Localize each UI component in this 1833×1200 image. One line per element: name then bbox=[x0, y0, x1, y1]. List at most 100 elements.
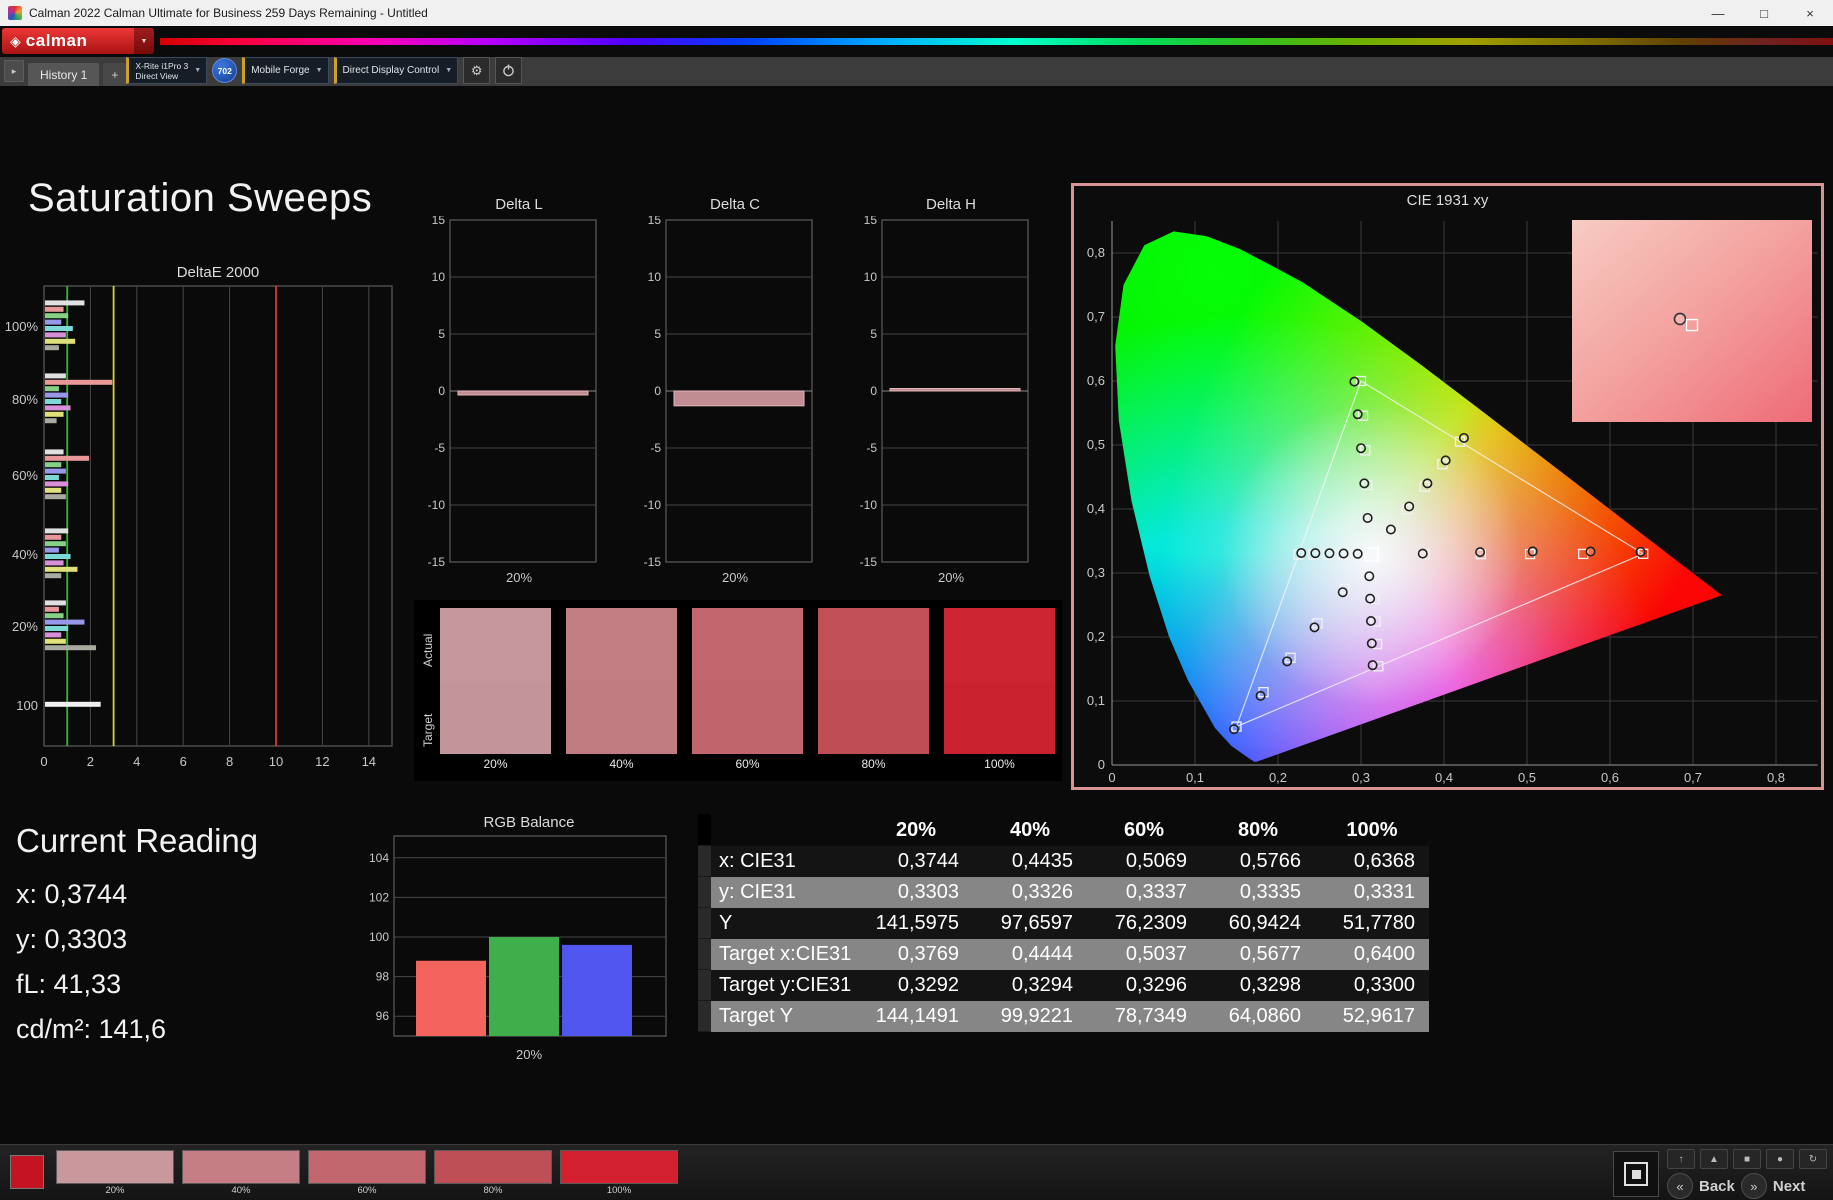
pattern-thumbnail[interactable]: 80% bbox=[434, 1150, 552, 1197]
rgb-chart-title: RGB Balance bbox=[483, 814, 575, 831]
next-label[interactable]: Next bbox=[1773, 1178, 1806, 1195]
target-swatch bbox=[944, 681, 1055, 754]
deltae-bar bbox=[45, 701, 101, 707]
pattern-thumbnail-label: 40% bbox=[231, 1185, 251, 1196]
delta-bar bbox=[889, 388, 1021, 392]
delta-chart-c: Delta C 15 10 5 0 -5 -10 -15 20% bbox=[640, 196, 816, 585]
plot-border bbox=[43, 285, 393, 747]
deltae-chart-canvas: 0 2 4 6 8 10 12 14 100% 80% 60% 40% 20% 100 bbox=[5, 285, 393, 769]
pattern-window-button[interactable] bbox=[1613, 1151, 1659, 1197]
window-title: Calman 2022 Calman Ultimate for Business… bbox=[29, 6, 428, 20]
x-tick-label: 6 bbox=[180, 754, 187, 769]
calman-logo[interactable]: ◈ calman ▼ bbox=[2, 28, 154, 54]
meter-badge[interactable]: 702 bbox=[212, 58, 238, 83]
measured-marker bbox=[1310, 548, 1321, 559]
swatch-label: 20% bbox=[483, 757, 508, 771]
row-label: Target x:CIE31 bbox=[719, 943, 852, 965]
compare-swatch: 80% bbox=[818, 608, 929, 774]
target-swatch bbox=[440, 681, 551, 754]
main-menu-caret-icon[interactable]: ▼ bbox=[134, 28, 154, 54]
deltae-bar bbox=[45, 392, 69, 398]
deltae-bar bbox=[45, 338, 76, 344]
y-tick-label: 0,8 bbox=[1087, 245, 1105, 260]
back-button[interactable]: « bbox=[1667, 1173, 1693, 1199]
compare-swatch: 60% bbox=[692, 608, 803, 774]
table-cell: 0,3300 bbox=[1353, 974, 1415, 996]
table-cell: 99,9221 bbox=[1000, 1005, 1073, 1027]
refresh-button[interactable]: ↻ bbox=[1799, 1149, 1827, 1169]
y-tick-label: 5 bbox=[438, 327, 445, 341]
y-tick-label: 15 bbox=[864, 216, 878, 227]
pattern-thumbnail[interactable]: 100% bbox=[560, 1150, 678, 1197]
meter-selector[interactable]: X-Rite i1Pro 3 Direct View ▼ bbox=[126, 57, 208, 84]
reading-line: cd/m²: 141,6 bbox=[16, 1014, 167, 1044]
maximize-button[interactable]: □ bbox=[1741, 0, 1787, 26]
table-cell: 60,9424 bbox=[1228, 912, 1301, 934]
target-swatch bbox=[818, 681, 929, 754]
pattern-thumbnail[interactable]: 20% bbox=[56, 1150, 174, 1197]
table-cell: 0,5037 bbox=[1125, 943, 1187, 965]
record-button[interactable]: ● bbox=[1766, 1149, 1794, 1169]
table-cell: 0,3292 bbox=[897, 974, 959, 996]
history-panel-toggle[interactable]: ▸ bbox=[4, 60, 24, 82]
power-icon bbox=[503, 64, 514, 77]
table-row: y: CIE31 0,3303 0,3326 0,3337 0,3335 0,3331 bbox=[698, 877, 1429, 908]
row-label: Target Y bbox=[719, 1005, 794, 1027]
table-cell: 0,3326 bbox=[1011, 881, 1073, 903]
y-tick-label: -10 bbox=[428, 498, 446, 512]
pattern-thumbnail-swatch bbox=[308, 1150, 426, 1184]
table-row: Target Y 144,1491 99,9221 78,7349 64,0860 52,… bbox=[698, 1001, 1429, 1032]
source-selector[interactable]: Mobile Forge ▼ bbox=[242, 57, 329, 84]
row-gutter bbox=[698, 846, 711, 877]
tab-history-1[interactable]: History 1 bbox=[28, 63, 100, 86]
row-label: y: CIE31 bbox=[719, 881, 796, 903]
delta-bar bbox=[457, 390, 589, 396]
display-control-selector[interactable]: Direct Display Control ▼ bbox=[333, 57, 459, 84]
deltae-bar bbox=[45, 405, 71, 411]
x-tick-label: 12 bbox=[315, 754, 329, 769]
pattern-thumbnail[interactable]: 40% bbox=[182, 1150, 300, 1197]
measured-marker bbox=[1355, 443, 1366, 454]
y-tick-label: -5 bbox=[650, 441, 661, 455]
deltae-bar bbox=[45, 626, 69, 631]
settings-button[interactable]: ⚙ bbox=[463, 57, 491, 84]
pattern-thumbnail-swatch bbox=[434, 1150, 552, 1184]
actual-swatch bbox=[566, 608, 677, 681]
app-icon bbox=[8, 6, 22, 20]
power-button[interactable] bbox=[495, 57, 523, 84]
arrow-up-button[interactable]: ↑ bbox=[1667, 1149, 1695, 1169]
x-tick-label: 14 bbox=[362, 754, 376, 769]
deltae-bar bbox=[45, 619, 85, 625]
eject-button[interactable]: ▲ bbox=[1700, 1149, 1728, 1169]
deltae-bar bbox=[45, 645, 97, 651]
measured-marker bbox=[1352, 548, 1363, 559]
back-label[interactable]: Back bbox=[1699, 1178, 1735, 1195]
column-header: 20% bbox=[895, 818, 937, 841]
table-row: x: CIE31 0,3744 0,4435 0,5069 0,5766 0,6368 bbox=[698, 846, 1429, 877]
close-button[interactable]: × bbox=[1787, 0, 1833, 26]
minimize-button[interactable]: — bbox=[1695, 0, 1741, 26]
x-tick-label: 0,2 bbox=[1269, 770, 1287, 785]
deltae-bar bbox=[45, 566, 78, 572]
next-button[interactable]: » bbox=[1740, 1173, 1767, 1199]
deltae-bar bbox=[45, 481, 69, 487]
transport-column: ↑ ▲ ■ ● ↻ « Back » Next bbox=[1667, 1149, 1827, 1199]
deltae-bar bbox=[45, 418, 57, 424]
delta-chart-title: Delta H bbox=[925, 196, 977, 213]
actual-swatch bbox=[440, 608, 551, 681]
y-tick-label: 0,1 bbox=[1087, 693, 1105, 708]
x-tick-label: 0,4 bbox=[1435, 770, 1453, 785]
x-tick-label: 0,8 bbox=[1767, 770, 1785, 785]
add-tab-button[interactable]: + bbox=[103, 63, 127, 86]
swatch-label: 40% bbox=[609, 757, 634, 771]
y-tick-label: 0,3 bbox=[1087, 565, 1105, 580]
column-header: 60% bbox=[1123, 818, 1165, 841]
deltae-bar bbox=[45, 345, 59, 351]
deltae-bar bbox=[45, 494, 66, 500]
table-cell: 0,5069 bbox=[1125, 850, 1187, 872]
row-label: Target y:CIE31 bbox=[719, 974, 852, 996]
pattern-thumbnail[interactable]: 60% bbox=[308, 1150, 426, 1197]
swatch-label: 80% bbox=[861, 757, 886, 771]
stop-button[interactable]: ■ bbox=[1733, 1149, 1761, 1169]
table-cell: 144,1491 bbox=[875, 1005, 959, 1027]
